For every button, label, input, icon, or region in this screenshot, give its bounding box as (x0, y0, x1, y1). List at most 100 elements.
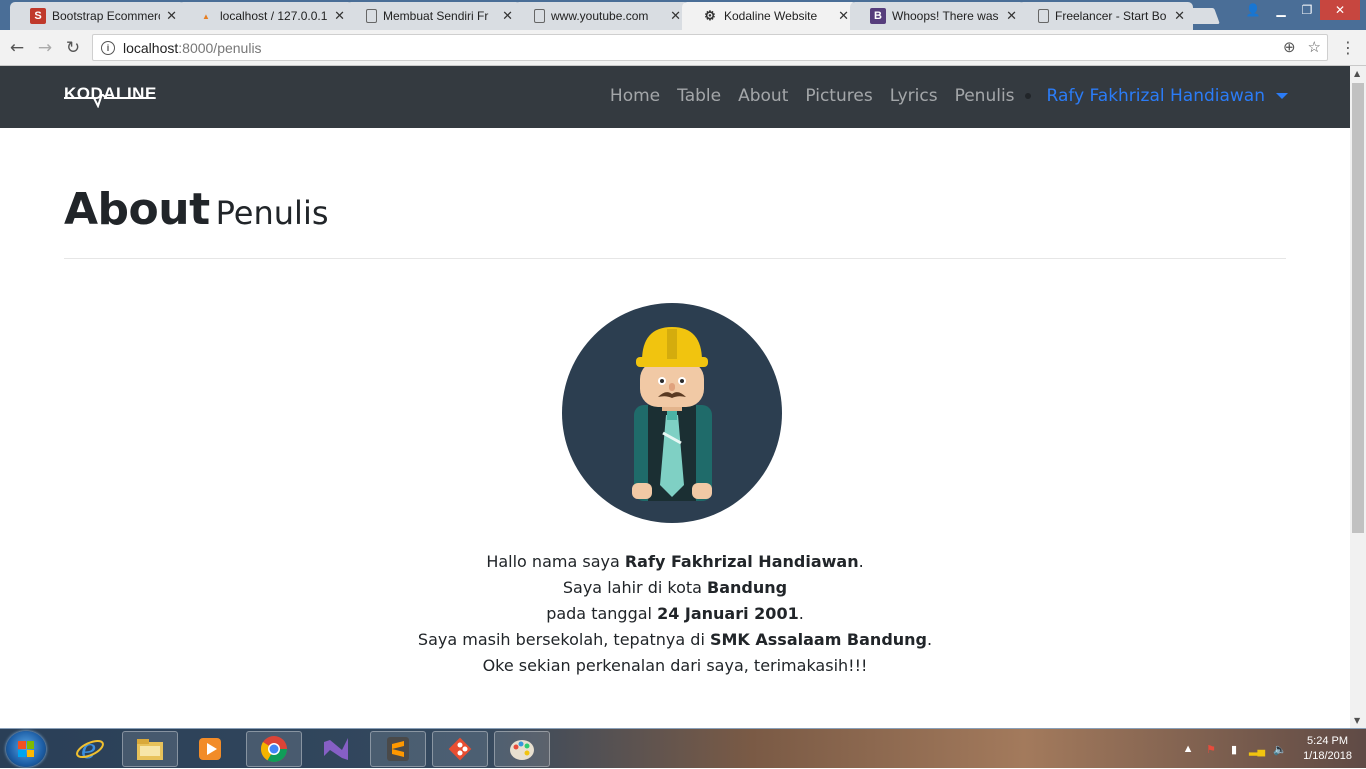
forward-icon[interactable]: → (32, 35, 58, 61)
browser-tab-5[interactable]: B Whoops! There was ✕ (850, 2, 1025, 30)
clock[interactable]: 5:24 PM 1/18/2018 (1303, 734, 1352, 764)
bio-text: pada tanggal (546, 604, 658, 623)
nav-penulis[interactable]: Penulis (955, 86, 1015, 106)
page-title-main: About (64, 184, 210, 235)
browser-toolbar: ← → ↻ i localhost:8000/penulis ⊕ ☆ ⋮ (0, 30, 1366, 66)
back-icon[interactable]: ← (4, 35, 30, 61)
bookmark-star-icon[interactable]: ☆ (1308, 38, 1321, 56)
close-icon[interactable]: ✕ (166, 8, 177, 24)
visual-studio-icon[interactable] (308, 731, 364, 767)
url-path: :8000/penulis (178, 39, 262, 56)
tab-title: www.youtube.com (551, 9, 649, 23)
page-title: About Penulis (64, 184, 329, 235)
page-scrollbar[interactable]: ▲ ▼ (1350, 66, 1366, 728)
browser-tab-0[interactable]: S Bootstrap Ecommerce ✕ (10, 2, 185, 30)
browser-tab-3[interactable]: www.youtube.com ✕ (514, 2, 689, 30)
git-icon[interactable] (432, 731, 488, 767)
windows-taskbar: e ▲ ⚑ ▮ ▂▄ 🔈 5:24 PM 1/18/2018 (0, 728, 1366, 768)
school-name: SMK Assalaam Bandung (709, 630, 927, 649)
browser-tab-4[interactable]: ⚙ Kodaline Website ✕ (682, 2, 857, 30)
site-info-icon[interactable]: i (101, 40, 115, 55)
action-center-flag-icon[interactable]: ⚑ (1203, 741, 1219, 757)
sublime-text-icon[interactable] (370, 731, 426, 767)
document-icon (534, 9, 545, 23)
svg-text:e: e (81, 735, 96, 764)
scrollbar-thumb[interactable] (1352, 83, 1364, 533)
document-icon (366, 9, 377, 23)
paint-icon[interactable] (494, 731, 550, 767)
new-tab-button[interactable] (1184, 8, 1220, 24)
user-dropdown[interactable]: Rafy Fakhrizal Handiawan (1047, 86, 1288, 106)
bio-text: Saya lahir di kota (562, 578, 708, 597)
minimize-icon[interactable]: ▁ (1268, 0, 1294, 20)
close-icon[interactable]: ✕ (670, 8, 681, 24)
windows-logo-icon (18, 741, 34, 757)
tab-title: Kodaline Website (724, 9, 818, 23)
s-red-icon: S (30, 8, 46, 24)
tab-title: Whoops! There was (892, 9, 999, 23)
brand-logo[interactable]: KODALINE (64, 84, 157, 108)
caret-down-icon (1276, 93, 1288, 99)
brand-waveform-icon (64, 94, 154, 108)
kodaline-icon: ⚙ (704, 8, 716, 23)
nav-active-dot (1024, 93, 1031, 99)
browser-tab-1[interactable]: ▲ localhost / 127.0.0.1 ✕ (178, 2, 353, 30)
network-icon[interactable]: ▂▄ (1249, 741, 1265, 757)
close-icon[interactable]: ✕ (838, 8, 849, 24)
bio-text: . (858, 552, 864, 571)
url-host: localhost (123, 39, 179, 56)
bio-line-3: pada tanggal 24 Januari 2001. (0, 601, 1350, 627)
address-bar[interactable]: i localhost:8000/penulis ⊕ ☆ (92, 34, 1328, 61)
bio-line-2: Saya lahir di kota Bandung (0, 575, 1350, 601)
close-icon[interactable]: ✕ (1174, 8, 1185, 24)
tab-title: Bootstrap Ecommerce (52, 9, 161, 23)
volume-icon[interactable]: 🔈 (1272, 741, 1288, 757)
author-bio: Hallo nama saya Rafy Fakhrizal Handiawan… (0, 549, 1350, 679)
bio-text: . (798, 604, 804, 623)
tab-title: localhost / 127.0.0.1 (220, 9, 328, 23)
media-player-icon[interactable] (182, 731, 238, 767)
tab-title: Freelancer - Start Bo (1055, 9, 1167, 23)
page-title-sub: Penulis (215, 194, 329, 232)
nav-home[interactable]: Home (610, 86, 660, 106)
close-icon[interactable]: ✕ (502, 8, 513, 24)
document-icon (1038, 9, 1049, 23)
scroll-down-icon[interactable]: ▼ (1354, 716, 1360, 725)
close-icon[interactable]: ✕ (1006, 8, 1017, 24)
nav-pictures[interactable]: Pictures (805, 86, 872, 106)
zoom-icon[interactable]: ⊕ (1283, 38, 1296, 56)
nav-lyrics[interactable]: Lyrics (890, 86, 938, 106)
nav-table[interactable]: Table (677, 86, 721, 106)
user-profile-icon[interactable]: 👤 (1240, 0, 1266, 20)
phpmyadmin-icon: ▲ (202, 11, 210, 21)
birth-date: 24 Januari 2001 (657, 604, 799, 623)
author-avatar (562, 303, 782, 523)
internet-explorer-icon[interactable]: e (62, 731, 118, 767)
system-tray: ▲ ⚑ ▮ ▂▄ 🔈 5:24 PM 1/18/2018 (1180, 729, 1352, 769)
bio-line-5: Oke sekian perkenalan dari saya, terimak… (482, 656, 868, 675)
bio-line-4: Saya masih bersekolah, tepatnya di SMK A… (0, 627, 1350, 653)
restore-icon[interactable]: ❐ (1294, 0, 1320, 20)
device-icon[interactable]: ▮ (1226, 741, 1242, 757)
bio-text: . (927, 630, 933, 649)
bio-text: Hallo nama saya (486, 552, 625, 571)
show-hidden-icons-icon[interactable]: ▲ (1180, 741, 1196, 757)
file-explorer-icon[interactable] (122, 731, 178, 767)
browser-menu-icon[interactable]: ⋮ (1340, 38, 1356, 57)
browser-tab-2[interactable]: Membuat Sendiri Fr ✕ (346, 2, 521, 30)
close-icon[interactable]: ✕ (334, 8, 345, 24)
nav-about[interactable]: About (738, 86, 788, 106)
bio-text: Saya masih bersekolah, tepatnya di (417, 630, 710, 649)
user-name: Rafy Fakhrizal Handiawan (1046, 86, 1265, 106)
author-name: Rafy Fakhrizal Handiawan (624, 552, 859, 571)
scroll-up-icon[interactable]: ▲ (1354, 69, 1360, 78)
tab-title: Membuat Sendiri Fr (383, 9, 489, 23)
start-button[interactable] (6, 731, 46, 767)
divider (64, 258, 1286, 259)
clock-date: 1/18/2018 (1303, 750, 1352, 762)
close-window-icon[interactable]: ✕ (1320, 0, 1360, 20)
reload-icon[interactable]: ↻ (60, 35, 86, 61)
chrome-icon[interactable] (246, 731, 302, 767)
browser-tab-6[interactable]: Freelancer - Start Bo ✕ (1018, 2, 1193, 30)
browser-tab-strip: S Bootstrap Ecommerce ✕ ▲ localhost / 12… (0, 0, 1366, 30)
